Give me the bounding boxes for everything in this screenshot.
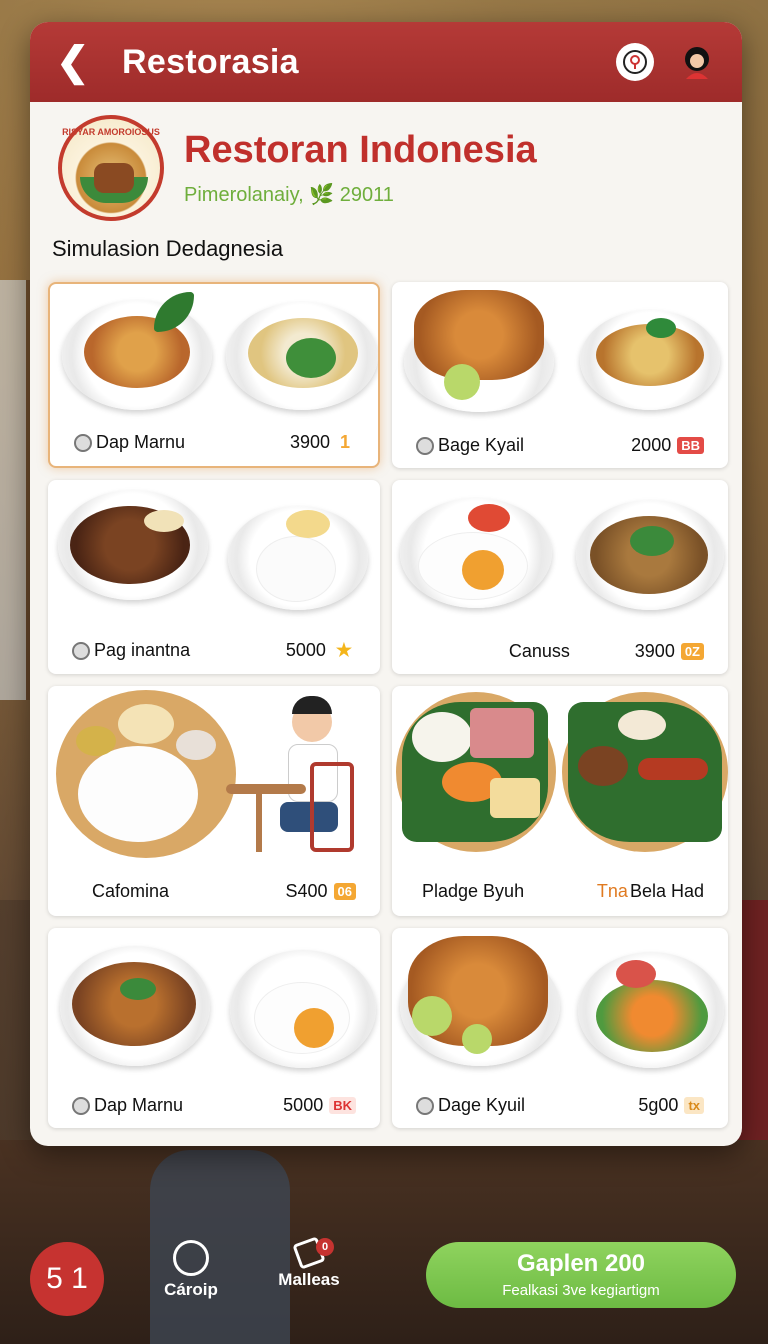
menu-item-name: Pag inantna — [94, 640, 191, 660]
restaurant-logo: RISYAR AMOROIOSUS — [58, 115, 164, 221]
location-icon[interactable] — [616, 43, 654, 81]
section-title: Simulasion Dedagnesia — [52, 236, 284, 261]
app-title: Restorasia — [122, 42, 299, 81]
dish-icon — [416, 436, 434, 455]
menu-item-name: Bage Kyail — [438, 435, 525, 455]
cta-main-label: Gaplen 200 — [516, 1250, 646, 1277]
checkout-cta-button[interactable]: Gaplen 200 Fealkasi 3ve kegiartigm — [426, 1242, 736, 1308]
nav-messages-label: Malleas — [278, 1270, 340, 1289]
top-bar: ❮ Restorasia — [30, 22, 742, 102]
user-avatar-icon[interactable] — [678, 43, 716, 81]
nav-search-button[interactable]: Cároip — [156, 1240, 226, 1300]
menu-item-price: 2000 — [631, 435, 672, 455]
menu-item-name: Cafomina — [92, 881, 170, 901]
dish-icon — [72, 1096, 90, 1115]
logo-text: RISYAR AMOROIOSUS — [62, 127, 160, 137]
menu-item-name: Canuss — [508, 641, 570, 661]
cart-count: 5 1 — [46, 1262, 88, 1295]
menu-item-badge: 1 — [339, 432, 350, 452]
menu-item[interactable]: Pladge Byuh Tna Bela Had — [392, 686, 728, 916]
menu-item[interactable]: Cafomina S400 06 — [48, 686, 380, 916]
menu-item-alt-label: Bela Had — [629, 881, 704, 901]
menu-item-badge: tx — [684, 1097, 704, 1114]
menu-item-alt-prefix: Tna — [596, 881, 628, 901]
menu-item-badge: ★ — [335, 640, 352, 660]
menu-item[interactable]: Dap Marnu 3900 1 — [48, 282, 380, 468]
menu-item-name: Dage Kyuil — [438, 1095, 526, 1115]
back-button[interactable]: ❮ — [56, 42, 96, 82]
menu-item-price: 3900 — [289, 432, 330, 452]
menu-item-badge: BK — [329, 1097, 356, 1114]
restaurant-card: ❮ Restorasia RISYAR AMOROIOSUS Restoran … — [30, 22, 742, 1146]
menu-grid: Dap Marnu 3900 1 Bage Kyail 2000 BB Pag … — [48, 282, 728, 1128]
menu-item-price: 5000 — [285, 640, 326, 660]
restaurant-name: Restoran Indonesia — [184, 129, 537, 171]
nav-messages-badge: 0 — [316, 1238, 334, 1256]
menu-item-badge: 06 — [333, 883, 356, 900]
logo-food-shape — [94, 163, 134, 193]
cart-button[interactable]: 5 1 — [30, 1242, 104, 1316]
menu-item-name: Pladge Byuh — [422, 881, 525, 901]
menu-item-price: 5000 — [283, 1095, 324, 1115]
restaurant-subtitle: Pimerolanaiy, 🌿 29011 — [184, 184, 394, 206]
search-icon — [173, 1240, 209, 1276]
menu-item[interactable]: Canuss 3900 0Z — [392, 480, 728, 674]
background-window — [0, 280, 32, 700]
menu-item-badge: BB — [677, 437, 704, 454]
menu-item[interactable]: Bage Kyail 2000 BB — [392, 282, 728, 468]
menu-item[interactable]: Pag inantna 5000 ★ — [48, 480, 380, 674]
menu-item[interactable]: Dage Kyuil 5g00 tx — [392, 928, 728, 1128]
dish-icon — [416, 1096, 434, 1115]
menu-item-price: S400 — [285, 881, 328, 901]
menu-item-name: Dap Marnu — [96, 432, 186, 452]
nav-messages-button[interactable]: 0 Malleas — [274, 1236, 344, 1290]
dish-icon — [74, 433, 92, 452]
menu-item-name: Dap Marnu — [94, 1095, 184, 1115]
menu-item-price: 3900 — [634, 641, 675, 661]
menu-item-badge: 0Z — [680, 643, 704, 660]
bottom-bar: 5 1 Cároip 0 Malleas Gaplen 200 Fealkasi… — [0, 1230, 768, 1344]
nav-search-label: Cároip — [164, 1280, 218, 1299]
cta-sub-label: Fealkasi 3ve kegiartigm — [502, 1282, 660, 1299]
restaurant-header: RISYAR AMOROIOSUS Restoran Indonesia Pim… — [30, 102, 742, 221]
menu-item-price: 5g00 — [638, 1095, 679, 1115]
dish-icon — [72, 641, 90, 660]
menu-item[interactable]: Dap Marnu 5000 BK — [48, 928, 380, 1128]
